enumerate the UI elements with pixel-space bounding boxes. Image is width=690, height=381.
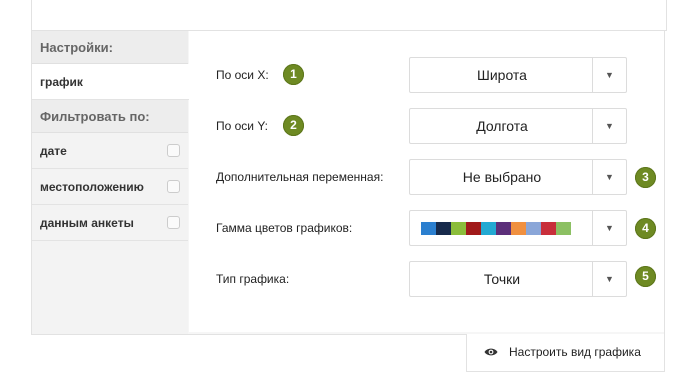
filter-item-location[interactable]: местоположению xyxy=(32,169,188,205)
filter-date-checkbox[interactable] xyxy=(167,144,180,157)
extra-variable-row: Дополнительная переменная: Не выбрано ▼ … xyxy=(216,159,656,195)
y-axis-row: По оси Y: 2 Долгота ▼ xyxy=(216,108,656,144)
color-scheme-row: Гамма цветов графиков: ▼ 4 xyxy=(216,210,656,246)
chevron-down-icon[interactable]: ▼ xyxy=(592,262,626,296)
step-badge-4: 4 xyxy=(635,218,656,239)
palette-swatch-10 xyxy=(556,222,571,235)
chart-type-value: Точки xyxy=(483,271,521,287)
chart-type-label: Тип графика: xyxy=(216,272,290,286)
extra-variable-label: Дополнительная переменная: xyxy=(216,170,384,184)
x-axis-value: Широта xyxy=(477,67,527,83)
color-scheme-label: Гамма цветов графиков: xyxy=(216,221,353,235)
filter-survey-label: данным анкеты xyxy=(40,216,134,230)
x-axis-row: По оси X: 1 Широта ▼ xyxy=(216,57,656,93)
palette-swatch-8 xyxy=(526,222,541,235)
step-badge-2: 2 xyxy=(283,115,304,136)
customize-chart-button[interactable]: Настроить вид графика xyxy=(466,334,665,372)
palette-swatch-4 xyxy=(466,222,481,235)
chevron-down-icon[interactable]: ▼ xyxy=(592,109,626,143)
step-badge-5: 5 xyxy=(635,266,656,287)
top-panel xyxy=(31,0,667,31)
eye-icon xyxy=(484,348,498,356)
palette-swatch-3 xyxy=(451,222,466,235)
sidebar-item-chart[interactable]: график xyxy=(32,64,189,100)
palette-swatch-9 xyxy=(541,222,556,235)
settings-header: Настройки: xyxy=(32,31,188,64)
chevron-down-icon[interactable]: ▼ xyxy=(592,160,626,194)
palette-swatch-7 xyxy=(511,222,526,235)
chevron-down-icon[interactable]: ▼ xyxy=(592,58,626,92)
x-axis-label: По оси X: xyxy=(216,68,269,82)
filter-item-survey[interactable]: данным анкеты xyxy=(32,205,188,241)
chart-type-select[interactable]: Точки ▼ xyxy=(409,261,627,297)
extra-variable-select[interactable]: Не выбрано ▼ xyxy=(409,159,627,195)
chart-settings-content: По оси X: 1 Широта ▼ По оси Y: 2 Долгота… xyxy=(189,31,664,332)
palette-swatch-2 xyxy=(436,222,451,235)
color-scheme-select[interactable]: ▼ xyxy=(409,210,627,246)
palette-swatch-6 xyxy=(496,222,511,235)
step-badge-3: 3 xyxy=(635,167,656,188)
palette-swatch-5 xyxy=(481,222,496,235)
step-badge-1: 1 xyxy=(283,64,304,85)
filter-header: Фильтровать по: xyxy=(32,100,188,133)
filter-location-label: местоположению xyxy=(40,180,144,194)
filter-survey-checkbox[interactable] xyxy=(167,216,180,229)
filter-location-checkbox[interactable] xyxy=(167,180,180,193)
y-axis-value: Долгота xyxy=(476,118,528,134)
filter-date-label: дате xyxy=(40,144,67,158)
y-axis-label: По оси Y: xyxy=(216,119,269,133)
filter-item-date[interactable]: дате xyxy=(32,133,188,169)
palette-swatch-1 xyxy=(421,222,436,235)
extra-variable-value: Не выбрано xyxy=(462,169,542,185)
y-axis-select[interactable]: Долгота ▼ xyxy=(409,108,627,144)
customize-chart-label: Настроить вид графика xyxy=(509,345,641,359)
chart-type-row: Тип графика: Точки ▼ 5 xyxy=(216,261,656,297)
settings-sidebar: Настройки: график Фильтровать по: дате м… xyxy=(32,31,189,334)
color-palette-preview xyxy=(421,222,571,235)
x-axis-select[interactable]: Широта ▼ xyxy=(409,57,627,93)
chevron-down-icon[interactable]: ▼ xyxy=(592,211,626,245)
chart-settings-panel: Настройки: график Фильтровать по: дате м… xyxy=(31,30,665,335)
